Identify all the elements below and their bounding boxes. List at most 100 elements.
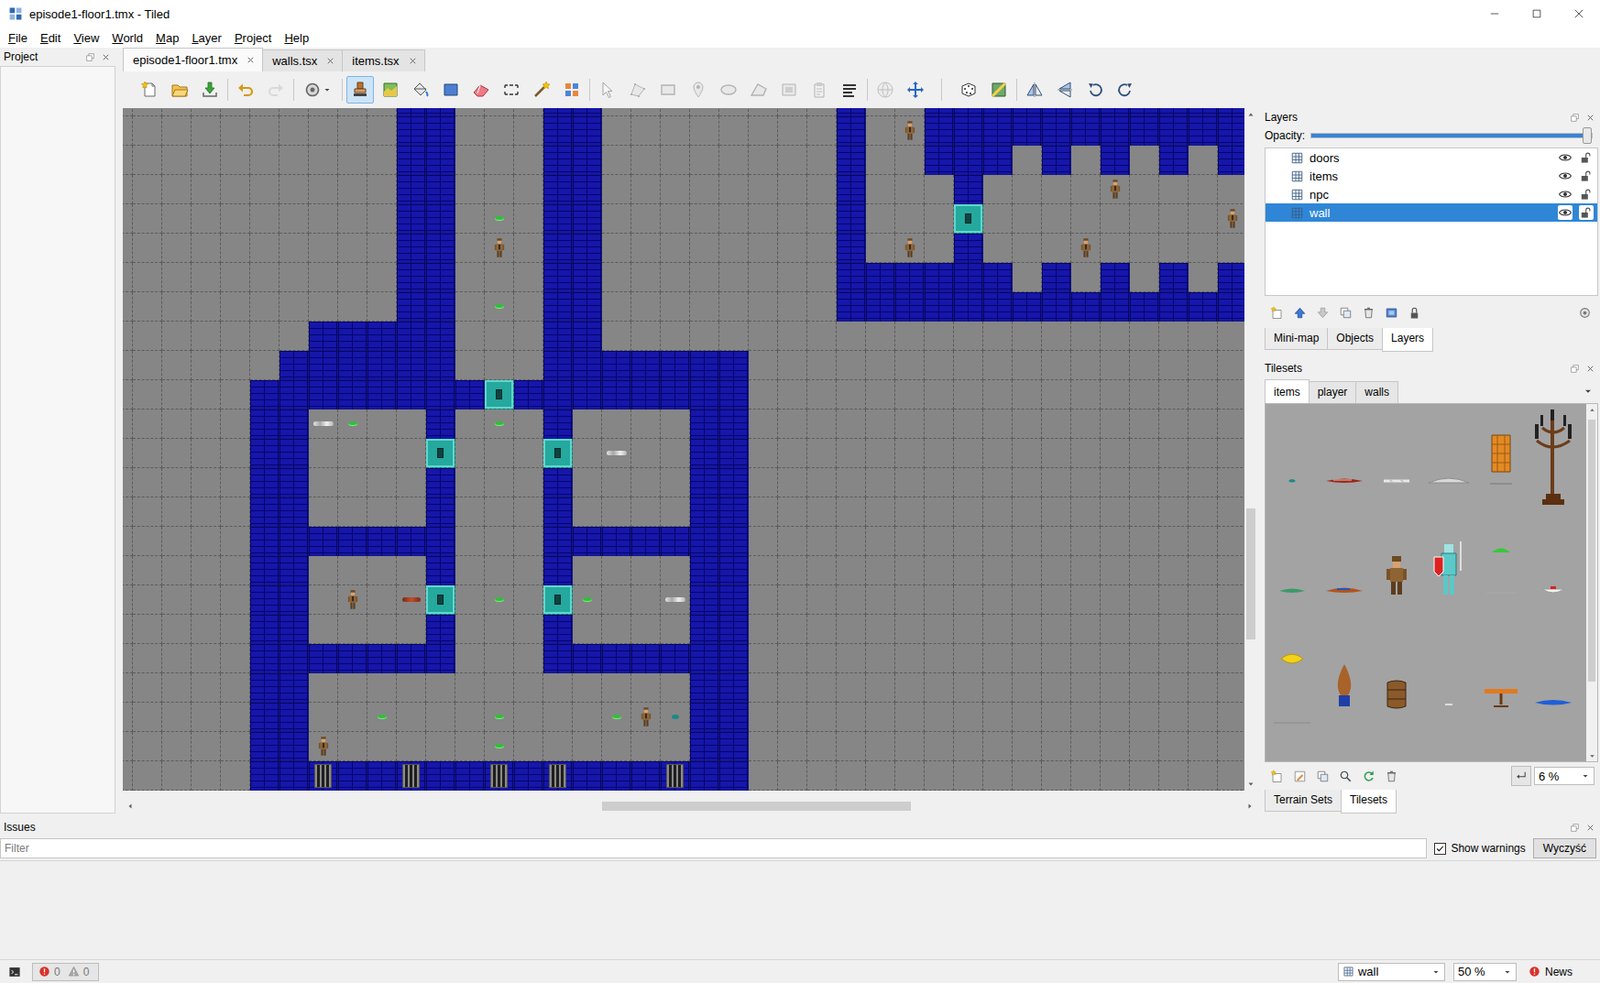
wall-tile[interactable] bbox=[1012, 108, 1042, 117]
wall-tile[interactable] bbox=[690, 497, 720, 527]
npc-tile[interactable] bbox=[631, 702, 661, 733]
ceiling-light-tile[interactable] bbox=[1474, 515, 1527, 628]
wall-tile[interactable] bbox=[250, 468, 280, 498]
floor-tile[interactable] bbox=[1188, 438, 1218, 469]
dock-tab[interactable]: Objects bbox=[1326, 328, 1383, 351]
door-tile[interactable] bbox=[484, 380, 515, 410]
floor-tile[interactable] bbox=[132, 585, 163, 615]
wall-tile[interactable] bbox=[719, 380, 749, 410]
wall-tile[interactable] bbox=[426, 116, 456, 146]
floor-tile[interactable] bbox=[748, 732, 779, 762]
puddle-green-tile[interactable] bbox=[1265, 515, 1318, 628]
floor-tile[interactable] bbox=[690, 108, 720, 117]
floor-tile[interactable] bbox=[338, 614, 368, 645]
floor-tile[interactable] bbox=[778, 116, 808, 146]
floor-tile[interactable] bbox=[1012, 497, 1042, 527]
floor-tile[interactable] bbox=[778, 292, 808, 322]
wall-tile[interactable] bbox=[690, 585, 720, 615]
wall-tile[interactable] bbox=[983, 116, 1013, 146]
sametile-tool[interactable] bbox=[558, 76, 586, 104]
wall-tile[interactable] bbox=[250, 644, 280, 674]
floor-tile[interactable] bbox=[455, 175, 485, 205]
floor-tile[interactable] bbox=[778, 380, 808, 410]
wall-tile[interactable] bbox=[426, 556, 456, 586]
floor-tile[interactable] bbox=[122, 321, 133, 351]
floor-tile[interactable] bbox=[1188, 204, 1218, 234]
floor-tile[interactable] bbox=[338, 497, 368, 527]
wall-tile[interactable] bbox=[1188, 116, 1218, 146]
wall-tile[interactable] bbox=[719, 614, 749, 645]
floor-tile[interactable] bbox=[865, 350, 896, 381]
floor-tile[interactable] bbox=[748, 468, 779, 498]
floor-tile[interactable] bbox=[572, 732, 603, 762]
floor-tile[interactable] bbox=[484, 468, 515, 498]
floor-tile[interactable] bbox=[162, 732, 192, 762]
wall-tile[interactable] bbox=[279, 673, 309, 703]
floor-tile[interactable] bbox=[983, 204, 1013, 234]
floor-tile[interactable] bbox=[807, 116, 837, 146]
floor-tile[interactable] bbox=[660, 732, 691, 762]
floor-tile[interactable] bbox=[367, 556, 397, 586]
floor-tile[interactable] bbox=[1129, 585, 1160, 615]
floor-tile[interactable] bbox=[836, 438, 866, 469]
wall-tile[interactable] bbox=[1159, 145, 1189, 176]
floor-tile[interactable] bbox=[660, 263, 691, 293]
floor-tile[interactable] bbox=[983, 233, 1013, 264]
down-button[interactable] bbox=[1312, 302, 1333, 323]
floor-tile[interactable] bbox=[807, 673, 837, 703]
floor-tile[interactable] bbox=[895, 497, 925, 527]
floor-tile[interactable] bbox=[250, 204, 280, 234]
door-tile[interactable] bbox=[426, 585, 456, 615]
floor-tile[interactable] bbox=[983, 350, 1013, 381]
floor-tile[interactable] bbox=[132, 380, 163, 410]
floor-tile[interactable] bbox=[250, 175, 280, 205]
floor-tile[interactable] bbox=[1041, 350, 1072, 381]
floor-tile[interactable] bbox=[514, 108, 544, 117]
floor-tile[interactable] bbox=[455, 292, 485, 322]
floor-tile[interactable] bbox=[631, 116, 661, 146]
door-tile[interactable] bbox=[543, 585, 573, 615]
floor-tile[interactable] bbox=[1012, 732, 1042, 762]
wall-tile[interactable] bbox=[690, 673, 720, 703]
floor-tile[interactable] bbox=[748, 644, 779, 674]
floor-tile[interactable] bbox=[1129, 468, 1160, 498]
floor-tile[interactable] bbox=[543, 732, 573, 762]
floor-tile[interactable] bbox=[122, 145, 133, 176]
npc-tile[interactable] bbox=[895, 233, 925, 264]
redo-tool[interactable] bbox=[262, 76, 290, 104]
floor-tile[interactable] bbox=[455, 644, 485, 674]
floor-tile[interactable] bbox=[895, 614, 925, 645]
floor-tile[interactable] bbox=[1041, 761, 1072, 791]
item-teal-tile[interactable] bbox=[660, 702, 691, 733]
floor-tile[interactable] bbox=[132, 145, 163, 176]
zoom-combo[interactable]: 50 % bbox=[1453, 963, 1517, 982]
floor-tile[interactable] bbox=[1100, 732, 1130, 762]
floor-tile[interactable] bbox=[1071, 321, 1101, 351]
floor-tile[interactable] bbox=[367, 204, 397, 234]
floor-tile[interactable] bbox=[748, 116, 779, 146]
floor-tile[interactable] bbox=[1159, 175, 1189, 205]
floor-tile[interactable] bbox=[778, 204, 808, 234]
floor-tile[interactable] bbox=[660, 116, 691, 146]
floor-tile[interactable] bbox=[122, 175, 133, 205]
floor-tile[interactable] bbox=[690, 233, 720, 264]
menu-item[interactable]: Project bbox=[228, 29, 278, 47]
npc-tile[interactable] bbox=[1071, 233, 1101, 264]
floor-tile[interactable] bbox=[1071, 556, 1101, 586]
floor-tile[interactable] bbox=[191, 204, 221, 234]
floor-tile[interactable] bbox=[426, 732, 456, 762]
floor-tile[interactable] bbox=[132, 350, 163, 381]
floor-tile[interactable] bbox=[924, 380, 954, 410]
floor-tile[interactable] bbox=[338, 468, 368, 498]
floor-tile[interactable] bbox=[572, 497, 603, 527]
floor-tile[interactable] bbox=[162, 614, 192, 645]
floor-tile[interactable] bbox=[220, 585, 251, 615]
floor-tile[interactable] bbox=[836, 732, 866, 762]
floor-tile[interactable] bbox=[1217, 585, 1245, 615]
wall-tile[interactable] bbox=[660, 350, 691, 381]
floor-tile[interactable] bbox=[836, 585, 866, 615]
floor-tile[interactable] bbox=[162, 175, 192, 205]
floor-tile[interactable] bbox=[191, 614, 221, 645]
floor-tile[interactable] bbox=[484, 438, 515, 469]
wall-tile[interactable] bbox=[396, 204, 427, 234]
